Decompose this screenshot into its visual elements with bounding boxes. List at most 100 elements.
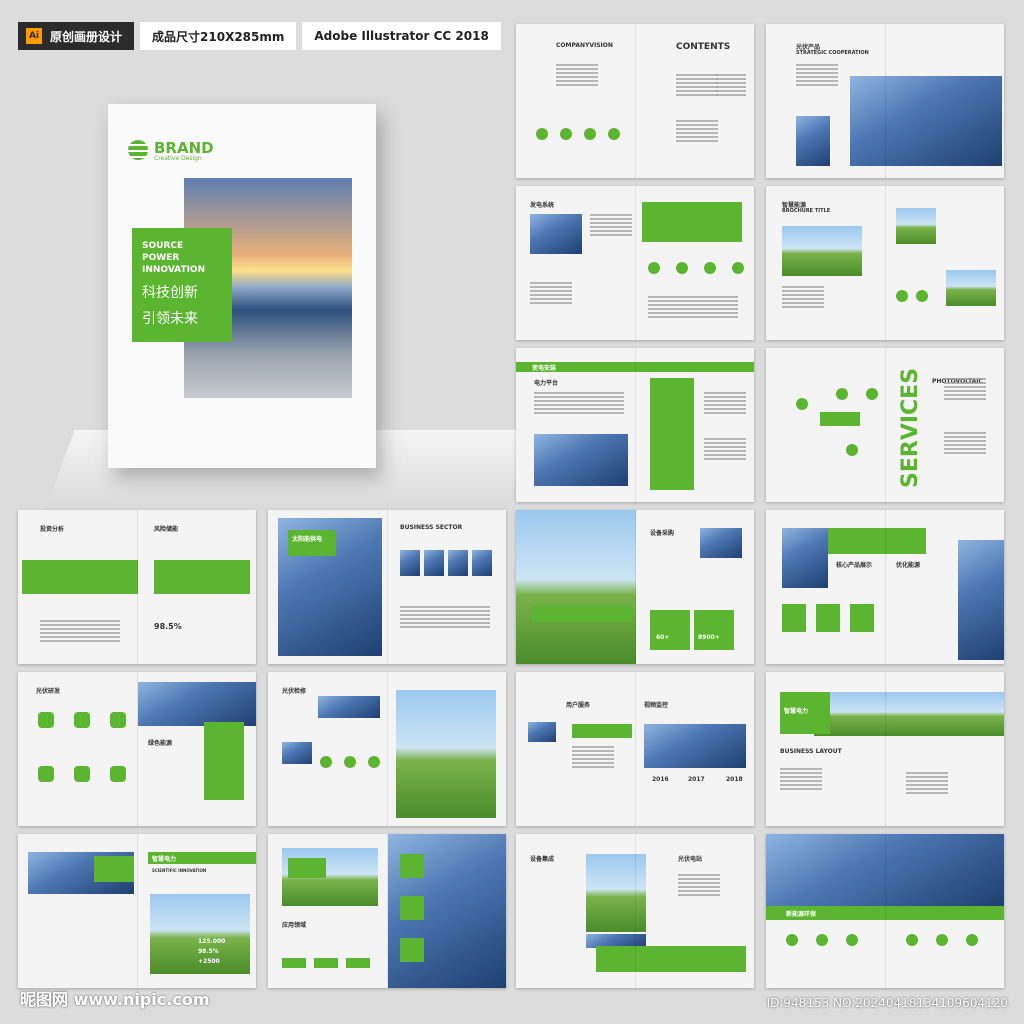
spread-equipment: 设备采购 60+ 8900+ xyxy=(516,510,754,664)
spread-sub: BUSINESS SECTOR xyxy=(400,524,463,531)
green-tag xyxy=(820,412,860,426)
green-tile xyxy=(850,604,874,632)
solar-array-photo xyxy=(644,724,746,768)
size-tag: 成品尺寸210X285mm xyxy=(140,22,297,50)
thumb-photo xyxy=(424,550,444,576)
thumb-photo xyxy=(400,550,420,576)
stat-p3: +2500 xyxy=(198,958,220,965)
text-block xyxy=(676,120,718,142)
spread-sub: 视频监控 xyxy=(644,702,669,709)
circle-icon xyxy=(732,262,744,274)
text-block xyxy=(530,282,572,304)
spread-integration: 设备集成 光伏电站 xyxy=(516,834,754,988)
green-band xyxy=(596,946,746,972)
spread-sub: BUSINESS LAYOUT xyxy=(780,748,842,755)
circle-icon xyxy=(704,262,716,274)
circle-icon xyxy=(786,934,798,946)
text-block xyxy=(716,74,746,96)
hex-icon xyxy=(110,712,126,728)
spread-power-system: 发电系统 xyxy=(516,186,754,340)
text-block xyxy=(534,392,624,414)
year-2017: 2017 xyxy=(688,776,705,783)
spread-title: 设备采购 xyxy=(650,530,675,537)
cover-cn-1: 科技创新 xyxy=(142,285,198,301)
spread-title: 用户服务 xyxy=(566,702,591,709)
spread-sub: COMPANYVISION xyxy=(556,42,613,49)
spread-title: 应用领域 xyxy=(282,922,307,929)
spread-sub: STRATEGIC COOPERATION xyxy=(796,50,869,56)
cover-green-box: SOURCE POWER INNOVATION 科技创新 引领未来 xyxy=(132,228,232,342)
services-vertical-title: SERVICES xyxy=(898,367,923,488)
green-tile xyxy=(650,610,690,650)
text-block xyxy=(400,606,490,628)
text-block xyxy=(556,64,598,86)
stat-p2: 98.5% xyxy=(198,948,219,955)
year-2016: 2016 xyxy=(652,776,669,783)
sky-solar-photo xyxy=(958,540,1004,660)
text-block xyxy=(704,392,746,414)
circle-icon xyxy=(536,128,548,140)
circle-icon xyxy=(676,262,688,274)
roof-solar-photo xyxy=(766,834,1004,906)
green-tile xyxy=(400,854,424,878)
brochure-cover: BRAND Creative Design SOURCE POWER INNOV… xyxy=(108,104,376,468)
spread-user-service: 用户服务 视频监控 2016 2017 2018 xyxy=(516,672,754,826)
spread-title: 智慧电力 xyxy=(784,708,809,715)
spread-title: 新能源环保 xyxy=(786,911,817,918)
text-block xyxy=(906,772,948,794)
hex-icon xyxy=(110,766,126,782)
circle-icon xyxy=(560,128,572,140)
illustrator-icon: Ai xyxy=(26,28,42,44)
watermark-right: ID:948153 NO:20240418134109604120 xyxy=(766,996,1008,1010)
solar-photo xyxy=(796,116,830,166)
hex-icon xyxy=(38,766,54,782)
green-tag xyxy=(572,724,632,738)
green-tabs xyxy=(642,202,742,242)
spread-sub: 电力平台 xyxy=(534,380,559,387)
title-tag: Ai 原创画册设计 xyxy=(18,22,135,50)
text-block xyxy=(944,432,986,454)
cover-en-3: INNOVATION xyxy=(142,265,206,275)
spread-science: 智慧电力 SCIENTIFIC INNOVATION 125.000 98.5%… xyxy=(18,834,256,988)
spread-title: 投资分析 xyxy=(40,526,65,533)
solar-array-photo xyxy=(138,682,256,726)
circle-icon xyxy=(896,290,908,302)
text-block xyxy=(676,74,718,96)
spread-products: 光伏产品 STRATEGIC COOPERATION xyxy=(766,24,1004,178)
year-2018: 2018 xyxy=(726,776,743,783)
green-tag xyxy=(282,958,306,968)
spread-title: 光伏研发 xyxy=(36,688,61,695)
spread-core-products: 核心产品展示 优化能源 xyxy=(766,510,1004,664)
thumb-photo xyxy=(448,550,468,576)
green-band xyxy=(154,560,250,594)
circle-icon xyxy=(816,934,828,946)
solar-building-photo xyxy=(850,76,1002,166)
green-column xyxy=(204,722,244,800)
worker-solar-photo xyxy=(534,434,628,486)
green-label xyxy=(288,858,326,878)
circle-icon xyxy=(648,262,660,274)
text-block xyxy=(678,874,720,896)
house-solar-photo xyxy=(814,692,1004,736)
green-box xyxy=(94,856,134,882)
logo-icon xyxy=(128,140,148,160)
spread-title: 发电系统 xyxy=(530,202,555,209)
text-block xyxy=(780,768,822,790)
spread-title: 智慧电力 xyxy=(152,856,177,863)
spread-title: 光伏检修 xyxy=(282,688,307,695)
spread-sub: 绿色能源 xyxy=(148,740,173,747)
hex-icon xyxy=(74,712,90,728)
spread-eco: 新能源环保 xyxy=(766,834,1004,988)
spread-sub: BROCHURE TITLE xyxy=(782,208,831,214)
spread-contents: COMPANYVISION CONTENTS xyxy=(516,24,754,178)
circle-icon xyxy=(906,934,918,946)
text-block xyxy=(944,378,986,400)
title-label: 原创画册设计 xyxy=(50,29,123,44)
watermark-left: 昵图网 www.nipic.com xyxy=(20,990,210,1009)
circle-icon xyxy=(608,128,620,140)
text-block xyxy=(796,64,838,86)
spread-title: CONTENTS xyxy=(676,42,731,52)
circle-icon xyxy=(344,756,356,768)
text-block xyxy=(782,286,824,308)
brand-logo: BRAND Creative Design xyxy=(128,138,214,162)
